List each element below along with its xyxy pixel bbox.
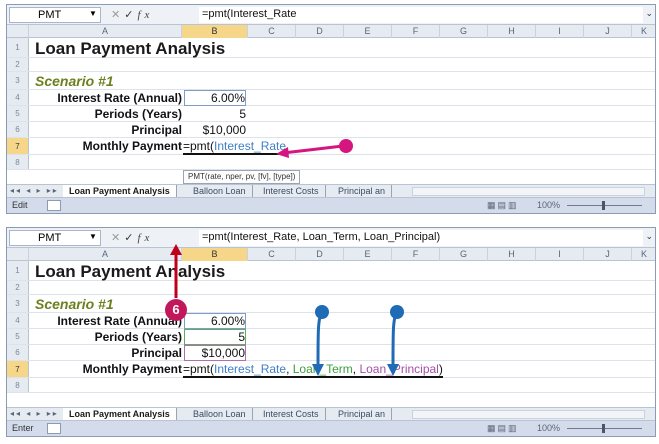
- blue-arrow-line: [391, 311, 399, 369]
- blue-arrow-head: [387, 364, 399, 376]
- red-arrow-head: [170, 244, 182, 255]
- step-callout-badge: 6: [165, 299, 187, 321]
- blue-arrow-head: [312, 364, 324, 376]
- blue-arrow-line: [316, 311, 324, 369]
- annotation-layer-2: [170, 244, 404, 376]
